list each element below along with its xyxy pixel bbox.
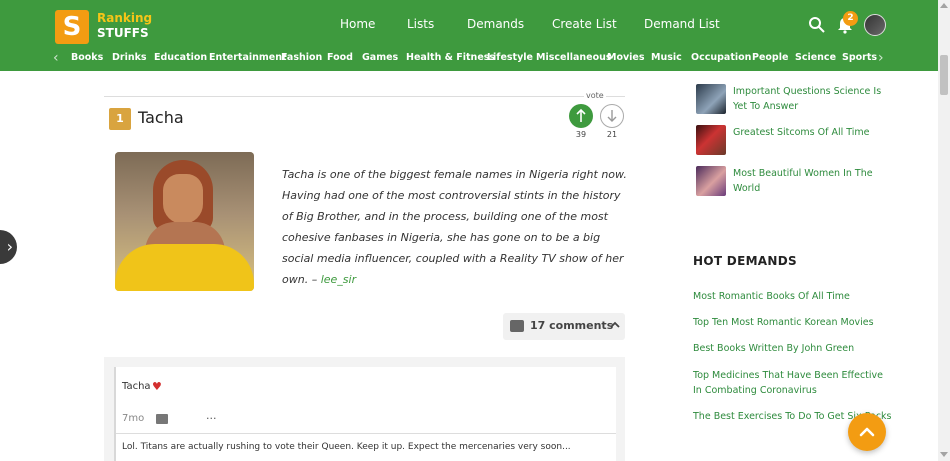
notification-badge: 2: [843, 11, 858, 26]
category-music[interactable]: Music: [651, 52, 682, 63]
arrow-up-icon: [576, 108, 586, 122]
category-education[interactable]: Education: [154, 52, 207, 63]
scroll-to-top-button[interactable]: [848, 413, 886, 451]
comments-count: 17 comments: [530, 319, 614, 332]
comment: Tacha ♥ 7mo ... Lol. Titans are actually…: [114, 367, 616, 461]
hot-demands-heading: HOT DEMANDS: [693, 254, 797, 268]
category-lifestyle[interactable]: Lifestyle: [487, 52, 533, 63]
logo-text-stuffs: STUFFS: [97, 26, 149, 40]
nav-demand-list[interactable]: Demand List: [644, 17, 720, 33]
comments-toggle-button[interactable]: 17 comments: [503, 313, 625, 340]
comment-text: Lol. Titans are actually rushing to vote…: [122, 442, 571, 452]
downvote-button[interactable]: [600, 104, 624, 128]
nav-home[interactable]: Home: [340, 17, 375, 33]
category-miscellaneous[interactable]: Miscellaneous: [536, 52, 612, 63]
logo-mark: S: [55, 10, 89, 44]
related-thumbnail[interactable]: [696, 84, 726, 114]
comments-panel: Tacha ♥ 7mo ... Lol. Titans are actually…: [104, 357, 625, 461]
category-sports[interactable]: Sports: [842, 52, 877, 63]
site-logo[interactable]: S Ranking STUFFS: [55, 10, 152, 44]
category-health-fitness[interactable]: Health & Fitness: [406, 52, 495, 63]
nav-lists[interactable]: Lists: [407, 17, 434, 33]
avatar[interactable]: [864, 14, 886, 36]
comment-time: 7mo: [122, 413, 145, 424]
scroll-down-arrow-icon[interactable]: [940, 452, 948, 457]
category-occupation[interactable]: Occupation: [691, 52, 751, 63]
comment-author[interactable]: Tacha: [122, 381, 151, 392]
item-photo: [115, 152, 254, 291]
category-drinks[interactable]: Drinks: [112, 52, 147, 63]
heart-icon: ♥: [152, 380, 162, 393]
item-divider: [104, 96, 625, 97]
category-people[interactable]: People: [752, 52, 788, 63]
category-fashion[interactable]: Fashion: [281, 52, 322, 63]
upvote-count: 39: [575, 130, 587, 139]
related-link[interactable]: Greatest Sitcoms Of All Time: [733, 125, 883, 140]
category-entertainment[interactable]: Entertainment: [209, 52, 287, 63]
reply-icon[interactable]: [156, 414, 168, 424]
category-science[interactable]: Science: [795, 52, 836, 63]
nav-create-list[interactable]: Create List: [552, 17, 617, 33]
vote-label: vote: [584, 91, 606, 100]
comment-divider: [116, 433, 616, 434]
related-link[interactable]: Important Questions Science Is Yet To An…: [733, 84, 883, 114]
nav-demands[interactable]: Demands: [467, 17, 524, 33]
logo-text-ranking: Ranking: [97, 11, 153, 25]
category-bar: ‹ Books Drinks Education Entertainment F…: [0, 50, 938, 68]
top-navbar: S Ranking STUFFS Home Lists Demands Crea…: [0, 0, 938, 71]
search-icon[interactable]: [808, 16, 826, 34]
hot-demand-link[interactable]: Best Books Written By John Green: [693, 341, 893, 356]
chevron-up-icon: [859, 427, 875, 437]
item-title[interactable]: Tacha: [138, 108, 184, 127]
hot-demand-link[interactable]: Most Romantic Books Of All Time: [693, 289, 893, 304]
related-link[interactable]: Most Beautiful Women In The World: [733, 166, 883, 196]
category-food[interactable]: Food: [327, 52, 353, 63]
downvote-count: 21: [606, 130, 618, 139]
chevron-up-icon: [609, 319, 621, 334]
related-thumbnail[interactable]: [696, 125, 726, 155]
comment-icon: [510, 320, 524, 332]
scroll-up-arrow-icon[interactable]: [940, 3, 948, 8]
chevron-right-icon[interactable]: ›: [878, 50, 888, 66]
category-movies[interactable]: Movies: [607, 52, 645, 63]
page-scrollbar[interactable]: [938, 0, 950, 461]
hot-demand-link[interactable]: Top Ten Most Romantic Korean Movies: [693, 315, 893, 330]
arrow-down-icon: [607, 110, 617, 122]
upvote-button[interactable]: [569, 104, 593, 128]
item-description: Tacha is one of the biggest female names…: [282, 164, 627, 290]
more-options-icon[interactable]: ...: [206, 409, 217, 422]
chevron-left-icon[interactable]: ‹: [53, 50, 63, 66]
author-link[interactable]: lee_sir: [321, 273, 356, 286]
scroll-thumb[interactable]: [940, 55, 948, 95]
rank-badge: 1: [109, 108, 131, 130]
related-thumbnail[interactable]: [696, 166, 726, 196]
chevron-right-icon[interactable]: ›: [0, 230, 17, 264]
description-text: Tacha is one of the biggest female names…: [282, 168, 627, 286]
category-games[interactable]: Games: [362, 52, 398, 63]
hot-demand-link[interactable]: Top Medicines That Have Been Effective I…: [693, 368, 893, 398]
category-books[interactable]: Books: [71, 52, 103, 63]
